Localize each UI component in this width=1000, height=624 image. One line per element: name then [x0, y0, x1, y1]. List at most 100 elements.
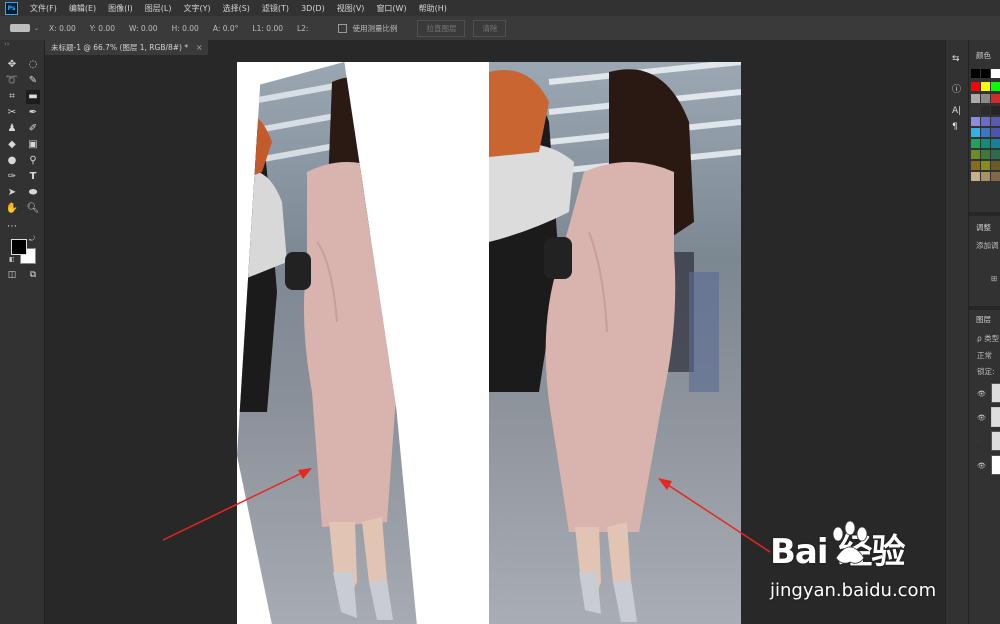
- document-canvas[interactable]: [237, 62, 741, 624]
- ruler-tool-active-icon[interactable]: ▬: [26, 90, 40, 104]
- menu-layer[interactable]: 图层(L): [139, 3, 178, 14]
- swap-colors-icon[interactable]: ⤾: [29, 235, 35, 244]
- lasso-tool-icon[interactable]: ➰: [5, 74, 19, 88]
- swatch[interactable]: [981, 128, 990, 137]
- layer-thumbnail[interactable]: [991, 383, 1000, 403]
- swatch[interactable]: [991, 139, 1000, 148]
- swatch[interactable]: [971, 172, 980, 181]
- menu-filter[interactable]: 滤镜(T): [256, 3, 295, 14]
- foreground-color-swatch[interactable]: [11, 239, 27, 255]
- swatch[interactable]: [971, 139, 980, 148]
- type-tool-icon[interactable]: T: [26, 170, 40, 184]
- swatch[interactable]: [971, 117, 980, 126]
- menu-image[interactable]: 图像(I): [102, 3, 139, 14]
- history-brush-icon[interactable]: ✐: [26, 122, 40, 136]
- swatch[interactable]: [981, 139, 990, 148]
- screen-mode-icon[interactable]: ⧉: [26, 268, 40, 282]
- document-tab[interactable]: 未标题-1 @ 66.7% (图层 1, RGB/8#) * ×: [45, 40, 209, 55]
- crop-tool-icon[interactable]: ⌗: [5, 90, 19, 104]
- stamp-tool-icon[interactable]: ♟: [5, 122, 19, 136]
- layers-filter-field[interactable]: ρ 类型: [977, 333, 999, 344]
- swatch[interactable]: [981, 161, 990, 170]
- quick-select-tool-icon[interactable]: ✎: [26, 74, 40, 88]
- swatch[interactable]: [971, 94, 980, 103]
- swatch[interactable]: [991, 69, 1000, 78]
- pen-tool-icon[interactable]: ✑: [5, 170, 19, 184]
- swatch[interactable]: [971, 161, 980, 170]
- street-photo-image: [237, 62, 417, 624]
- visibility-eye-icon[interactable]: 👁︎: [977, 390, 986, 398]
- chevron-down-icon[interactable]: ⌄: [34, 25, 39, 32]
- healing-brush-icon[interactable]: ✂: [5, 106, 19, 120]
- hand-tool-icon[interactable]: ✋: [5, 202, 19, 216]
- layer-thumbnail-selected[interactable]: [991, 407, 1000, 427]
- photoshop-logo-icon[interactable]: Ps: [5, 1, 18, 15]
- swatch[interactable]: [991, 161, 1000, 170]
- swatch[interactable]: [991, 128, 1000, 137]
- menu-window[interactable]: 窗口(W): [370, 3, 412, 14]
- swatch[interactable]: [981, 94, 990, 103]
- brush-tool-icon[interactable]: ✒: [26, 106, 40, 120]
- swatch[interactable]: [971, 69, 980, 78]
- menu-type[interactable]: 文字(Y): [177, 3, 216, 14]
- default-colors-icon[interactable]: ◧: [9, 256, 15, 263]
- hidden-layer-icon[interactable]: ·: [977, 438, 979, 446]
- visibility-eye-icon[interactable]: 👁︎: [977, 414, 986, 422]
- blur-tool-icon[interactable]: ●: [5, 154, 19, 168]
- swatch[interactable]: [991, 106, 1000, 115]
- options-bar: ⌄ X: 0.00 Y: 0.00 W: 0.00 H: 0.00 A: 0.0…: [0, 16, 1000, 41]
- background-layer-thumbnail[interactable]: [991, 455, 1000, 475]
- color-panel-title[interactable]: 颜色: [976, 50, 991, 61]
- adjustments-add-label: 添加调: [976, 241, 999, 250]
- menu-edit[interactable]: 编辑(E): [63, 3, 102, 14]
- adjustments-panel-title[interactable]: 调整: [976, 222, 991, 233]
- swatch[interactable]: [981, 172, 990, 181]
- layers-panel-title[interactable]: 图层: [976, 314, 991, 325]
- panel-grip-icon[interactable]: ››: [4, 40, 10, 48]
- menu-select[interactable]: 选择(S): [217, 3, 256, 14]
- use-scale-checkbox[interactable]: [338, 23, 348, 33]
- swatch[interactable]: [971, 150, 980, 159]
- swatch[interactable]: [971, 106, 980, 115]
- swatch[interactable]: [971, 128, 980, 137]
- zoom-tool-icon[interactable]: 🔍︎: [26, 202, 40, 216]
- gradient-tool-icon[interactable]: ▣: [26, 138, 40, 152]
- swatch[interactable]: [981, 106, 990, 115]
- eraser-tool-icon[interactable]: ◆: [5, 138, 19, 152]
- more-tools-icon[interactable]: ⋯: [5, 220, 19, 234]
- h-readout: H: 0.00: [171, 23, 199, 33]
- swatch[interactable]: [981, 150, 990, 159]
- swatch[interactable]: [981, 117, 990, 126]
- ruler-tool-icon[interactable]: [10, 24, 30, 32]
- dodge-tool-icon[interactable]: ⚲: [26, 154, 40, 168]
- move-tool-icon[interactable]: ✥: [5, 58, 19, 72]
- ellipse-marquee-tool-icon[interactable]: ◌: [26, 58, 40, 72]
- clear-button[interactable]: 清除: [473, 19, 507, 37]
- menu-3d[interactable]: 3D(D): [295, 4, 331, 13]
- swatch[interactable]: [991, 172, 1000, 181]
- close-tab-icon[interactable]: ×: [196, 43, 202, 52]
- info-icon[interactable]: ⓘ: [952, 82, 961, 95]
- straighten-layer-button[interactable]: 拉直图层: [417, 19, 466, 37]
- layer-thumbnail[interactable]: [991, 431, 1000, 451]
- swatch[interactable]: [991, 150, 1000, 159]
- swatch[interactable]: [981, 82, 990, 91]
- swatch[interactable]: [991, 94, 1000, 103]
- quick-mask-icon[interactable]: ◫: [5, 268, 19, 282]
- blend-mode-select[interactable]: 正常: [977, 350, 992, 361]
- path-select-tool-icon[interactable]: ➤: [5, 186, 19, 200]
- swatch[interactable]: [981, 69, 990, 78]
- ellipse-shape-tool-icon[interactable]: ⬬: [26, 186, 40, 200]
- character-icon[interactable]: A|: [952, 106, 961, 116]
- swatch[interactable]: [991, 117, 1000, 126]
- visibility-eye-icon[interactable]: 👁︎: [977, 462, 986, 470]
- swatch[interactable]: [991, 82, 1000, 91]
- paragraph-icon[interactable]: ¶: [952, 122, 958, 132]
- levels-icon[interactable]: ⊞: [991, 274, 997, 283]
- watermark-url: jingyan.baidu.com: [770, 580, 937, 601]
- swatch[interactable]: [971, 82, 980, 91]
- history-icon[interactable]: ⇆: [952, 54, 960, 64]
- menu-view[interactable]: 视图(V): [331, 3, 371, 14]
- menu-help[interactable]: 帮助(H): [413, 3, 453, 14]
- menu-file[interactable]: 文件(F): [24, 3, 63, 14]
